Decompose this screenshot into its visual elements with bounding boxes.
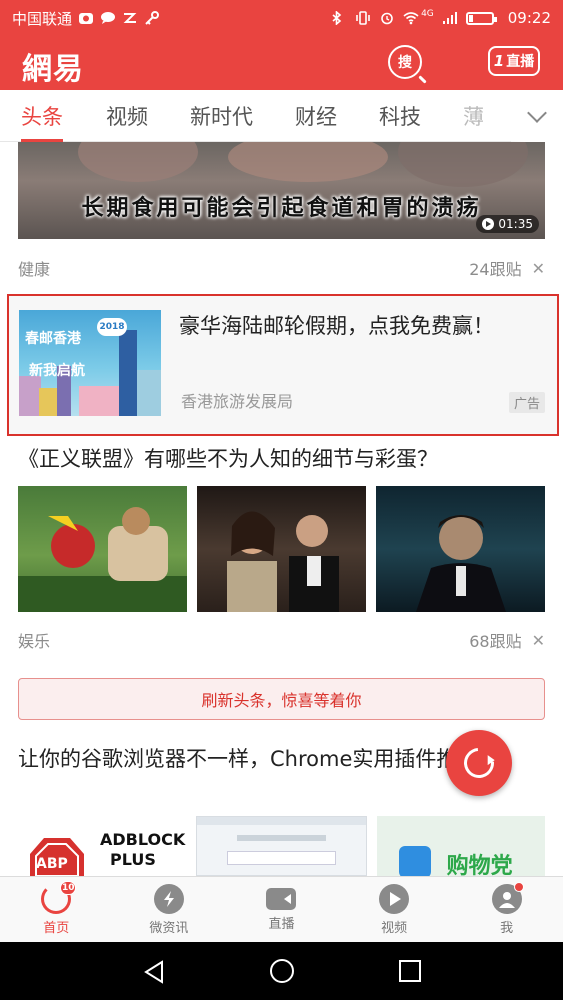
news-feed[interactable]: 长期食用可能会引起食道和胃的溃疡 01:35 健康 24跟贴 ✕ 春邮香港 新我… xyxy=(0,142,563,876)
ad-source: 香港旅游发展局 xyxy=(181,392,294,411)
article-meta-row: 娱乐 68跟贴 ✕ xyxy=(18,625,545,655)
thumbnail-image: ABP ADBLOCK PLUS xyxy=(18,816,187,876)
tab-headlines[interactable]: 头条 xyxy=(21,90,63,142)
tab-tech[interactable]: 科技 xyxy=(379,90,421,142)
thumbnail-image: 购物党 xyxy=(376,816,545,876)
bottom-nav: 10 首页 微资讯 直播 视频 我 xyxy=(0,876,563,942)
clock-time: 09:22 xyxy=(507,9,551,27)
abp-logo-text: ABP xyxy=(36,856,68,872)
search-label: 搜 xyxy=(398,55,412,71)
search-button[interactable]: 搜 xyxy=(388,45,422,79)
ad-image-text-2: 新我启航 xyxy=(29,363,85,379)
nav-home-label: 首页 xyxy=(43,920,70,936)
nav-home[interactable]: 10 首页 xyxy=(0,877,113,942)
nav-me[interactable]: 我 xyxy=(450,877,563,942)
shopping-text: 购物党 xyxy=(446,854,513,876)
thumbnail-image xyxy=(196,816,367,876)
back-icon[interactable] xyxy=(142,959,166,984)
video-duration: 01:35 xyxy=(498,217,533,231)
video-camera-icon xyxy=(266,887,297,910)
tab-video[interactable]: 视频 xyxy=(106,90,148,142)
live-label: 直播 xyxy=(506,54,535,70)
refresh-fab-button[interactable] xyxy=(446,730,512,796)
chevron-down-icon xyxy=(527,103,547,123)
channel-tabs: 头条 视频 新时代 财经 科技 薄 xyxy=(0,90,563,142)
ad-image: 春邮香港 新我启航 2018 xyxy=(19,310,161,416)
nav-me-label: 我 xyxy=(500,920,514,936)
ad-card[interactable]: 春邮香港 新我启航 2018 豪华海陆邮轮假期，点我免费赢！ 香港旅游发展局 广… xyxy=(7,294,559,436)
comment-count[interactable]: 24跟贴 xyxy=(469,256,521,280)
nav-micro-news-label: 微资讯 xyxy=(149,920,189,936)
signal-icon xyxy=(442,11,458,25)
refresh-banner[interactable]: 刷新头条，惊喜等着你 xyxy=(18,678,545,720)
ad-image-year: 2018 xyxy=(97,318,127,336)
close-icon[interactable]: ✕ xyxy=(532,259,545,278)
nav-live[interactable]: 直播 xyxy=(225,877,338,942)
key-icon xyxy=(144,11,160,25)
thumbnail-image xyxy=(376,486,545,612)
notification-badge: 10 xyxy=(60,880,77,895)
article-thumbnails[interactable] xyxy=(18,486,545,612)
user-icon xyxy=(491,881,524,914)
nav-video[interactable]: 视频 xyxy=(338,877,451,942)
app-notification-icon xyxy=(122,11,138,25)
refresh-icon: 10 xyxy=(41,880,77,914)
refresh-icon xyxy=(457,741,501,785)
system-nav-bar xyxy=(0,942,563,1000)
video-caption: 长期食用可能会引起食道和胃的溃疡 xyxy=(81,196,482,221)
live-button[interactable]: 1 直播 xyxy=(488,46,540,76)
thumbnail-image xyxy=(18,486,187,612)
bluetooth-icon xyxy=(331,10,347,26)
status-bar: 中国联通 4G 09:22 xyxy=(0,0,563,36)
nav-micro-news[interactable]: 微资讯 xyxy=(113,877,226,942)
recent-apps-icon[interactable] xyxy=(398,959,422,983)
ad-title: 豪华海陆邮轮假期，点我免费赢！ xyxy=(179,314,494,338)
ad-image-text-1: 春邮香港 xyxy=(25,331,81,347)
comment-count[interactable]: 68跟贴 xyxy=(469,628,521,652)
thumbnail-image xyxy=(197,486,366,612)
home-icon[interactable] xyxy=(269,958,295,984)
network-type: 4G xyxy=(421,9,434,19)
nav-video-label: 视频 xyxy=(381,920,408,936)
video-duration-badge: 01:35 xyxy=(476,215,539,233)
netease-logo: 網易 xyxy=(22,52,84,87)
app-header: 網易 搜 1 直播 xyxy=(0,36,563,90)
adblock-text: ADBLOCK xyxy=(100,830,186,849)
plus-text: PLUS xyxy=(110,850,156,869)
article-thumbnails[interactable]: ABP ADBLOCK PLUS 购物党 xyxy=(18,816,545,876)
video-thumbnail[interactable]: 长期食用可能会引起食道和胃的溃疡 01:35 xyxy=(18,142,545,239)
tab-partial[interactable]: 薄 xyxy=(463,90,484,142)
category-label: 娱乐 xyxy=(18,632,51,651)
tab-finance[interactable]: 财经 xyxy=(295,90,337,142)
category-label: 健康 xyxy=(18,260,51,279)
tab-new-era[interactable]: 新时代 xyxy=(190,90,253,142)
play-icon xyxy=(379,883,410,914)
camera-app-icon xyxy=(78,11,94,25)
battery-icon xyxy=(465,11,497,25)
close-icon[interactable]: ✕ xyxy=(532,631,545,650)
notification-dot xyxy=(513,881,524,892)
alarm-icon xyxy=(379,11,395,25)
message-icon xyxy=(100,11,116,25)
play-icon xyxy=(482,218,495,230)
ad-badge: 广告 xyxy=(508,392,545,413)
article-title[interactable]: 《正义联盟》有哪些不为人知的细节与彩蛋？ xyxy=(18,444,545,474)
vibrate-icon xyxy=(355,11,371,25)
nav-live-label: 直播 xyxy=(268,916,295,932)
carrier-name: 中国联通 xyxy=(12,9,73,28)
video-meta-row: 健康 24跟贴 ✕ xyxy=(18,253,545,283)
app-icon xyxy=(398,846,431,876)
wifi-icon xyxy=(403,11,419,25)
lightning-icon xyxy=(153,883,184,914)
live-count: 1 xyxy=(493,52,505,70)
more-tabs-button[interactable] xyxy=(511,90,563,142)
